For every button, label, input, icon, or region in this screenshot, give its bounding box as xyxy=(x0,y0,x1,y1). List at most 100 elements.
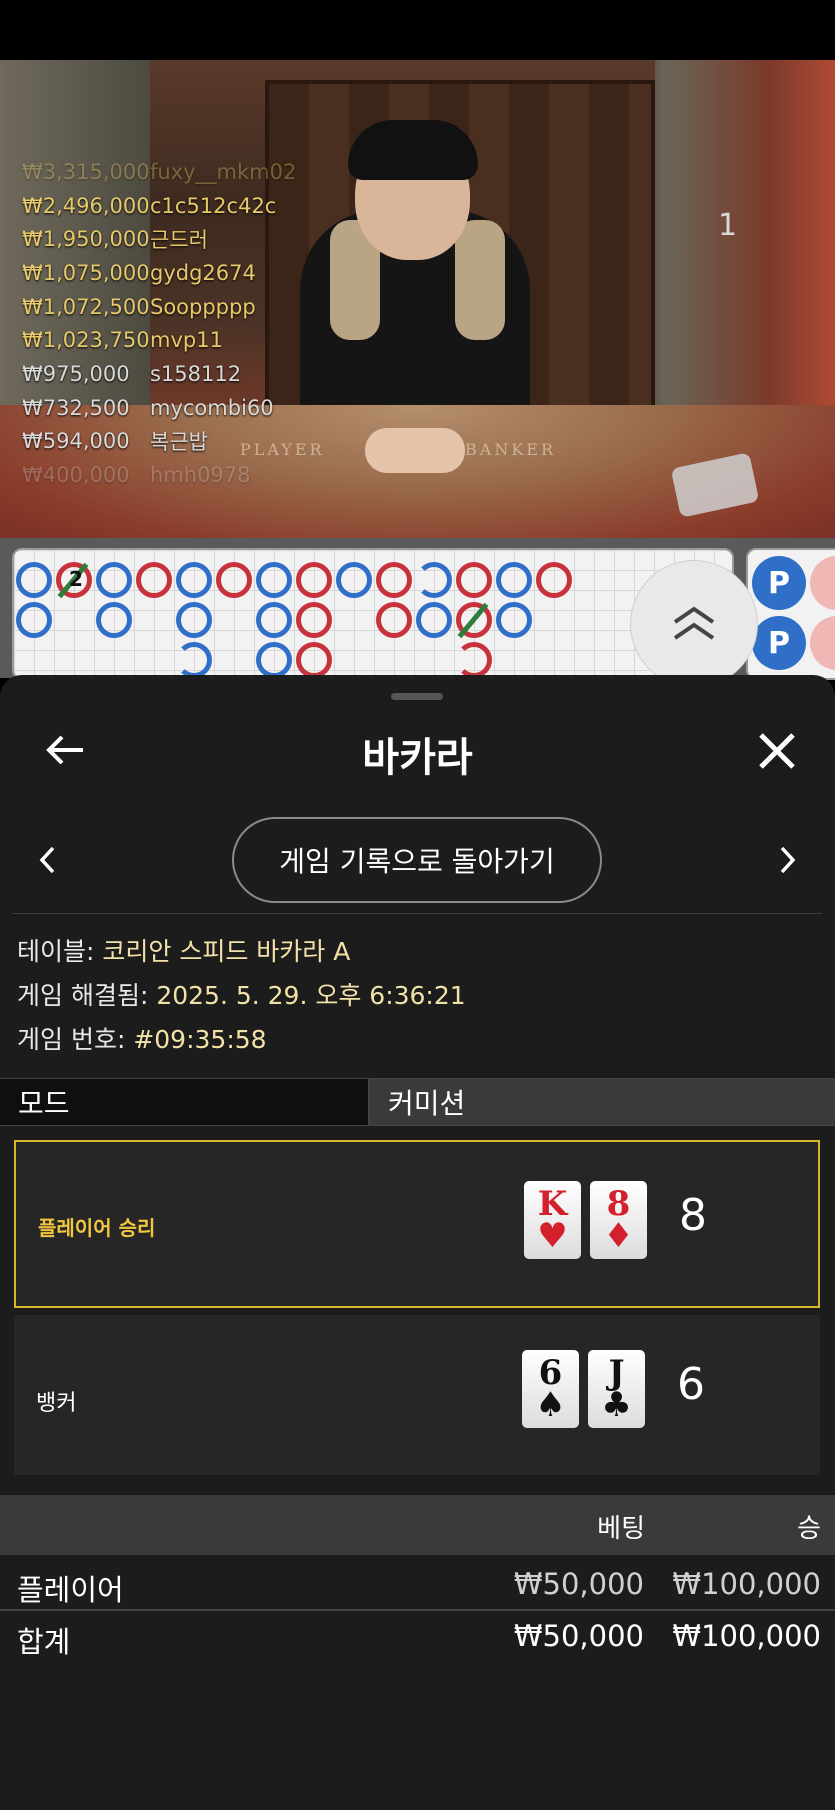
player-ring xyxy=(416,562,452,598)
game-history-sheet: 바카라 게임 기록으로 돌아가기 테이블: 코리안 스피드 바카라 A 게임 해… xyxy=(0,675,835,1810)
winner-name: 복근밥 xyxy=(150,430,208,455)
sheet-header: 바카라 xyxy=(0,711,835,791)
player-result-label: 플레이어 승리 xyxy=(38,1216,156,1240)
banker-bead xyxy=(810,556,835,610)
big-road-grid[interactable]: 2 xyxy=(12,548,734,680)
winner-amount: ₩594,000 xyxy=(22,429,130,454)
table-info-line: 테이블: 코리안 스피드 바카라 A xyxy=(17,930,466,974)
banker-ring xyxy=(456,562,492,598)
close-icon xyxy=(759,733,795,769)
back-to-history-button[interactable]: 게임 기록으로 돌아가기 xyxy=(232,817,602,903)
player-ring xyxy=(16,602,52,638)
player-ring xyxy=(336,562,372,598)
player-ring xyxy=(416,602,452,638)
winner-row: ₩400,000 hmh0978 xyxy=(22,458,296,492)
total-win-amount: ₩100,000 xyxy=(672,1619,821,1653)
bet-column-header: 베팅 xyxy=(597,1514,645,1544)
winner-name: c1c512c42c xyxy=(150,193,277,218)
winner-amount: ₩1,023,750 xyxy=(22,328,150,353)
player-ring xyxy=(96,602,132,638)
resolved-value: 2025. 5. 29. 오후 6:36:21 xyxy=(156,981,466,1010)
winner-name: mycombi60 xyxy=(150,395,274,420)
banker-score: 6 xyxy=(677,1359,705,1410)
player-ring xyxy=(176,602,212,638)
player-ring xyxy=(496,602,532,638)
banker-ring xyxy=(296,642,332,678)
chevron-right-icon xyxy=(780,846,796,874)
previous-game-button[interactable] xyxy=(22,835,72,885)
banker-ring xyxy=(536,562,572,598)
winner-name: hmh0978 xyxy=(150,463,251,488)
player-ring xyxy=(176,642,212,678)
player-ring xyxy=(496,562,532,598)
resolved-info-line: 게임 해결됨: 2025. 5. 29. 오후 6:36:21 xyxy=(17,974,466,1018)
win-column-header: 승 xyxy=(797,1514,821,1544)
playing-card: K ♥ xyxy=(524,1181,581,1259)
playing-card: 6 ♠ xyxy=(522,1350,579,1428)
banker-ring xyxy=(456,642,492,678)
winner-name: mvp11 xyxy=(150,328,223,353)
dealer-hair xyxy=(348,120,478,180)
banker-ring xyxy=(376,562,412,598)
divider xyxy=(12,913,822,914)
banker-ring xyxy=(296,562,332,598)
dealer-vest xyxy=(455,220,505,340)
table-value: 코리안 스피드 바카라 A xyxy=(102,937,351,966)
chevron-left-icon xyxy=(39,846,55,874)
mode-cell: 모드 xyxy=(0,1079,370,1125)
winner-row: ₩594,000 복근밥 xyxy=(22,425,296,459)
winner-name: 근드러 xyxy=(150,228,208,253)
game-number-value: #09:35:58 xyxy=(133,1025,267,1054)
playing-card: 8 ♦ xyxy=(590,1181,647,1259)
sheet-title: 바카라 xyxy=(362,735,473,781)
player-cards: K ♥ 8 ♦ xyxy=(524,1181,647,1259)
banker-cards: 6 ♠ J ♣ xyxy=(522,1350,645,1428)
expand-roadmap-button[interactable] xyxy=(630,560,758,688)
banker-ring xyxy=(216,562,252,598)
winner-amount: ₩1,075,000 xyxy=(22,260,150,285)
winner-amount: ₩2,496,000 xyxy=(22,193,150,218)
total-bet-amount: ₩50,000 xyxy=(513,1619,644,1653)
winner-row: ₩2,496,000 c1c512c42c xyxy=(22,189,296,223)
winner-amount: ₩975,000 xyxy=(22,361,130,386)
winner-row: ₩1,950,000 근드러 xyxy=(22,222,296,256)
live-video-stream: PLAYER BANKER 1 ₩3,315,000 fuxy__mkm02 ₩… xyxy=(0,60,835,538)
status-bar xyxy=(0,0,835,60)
winner-name: Sooppppp xyxy=(150,294,256,319)
winner-row: ₩1,075,000 gydg2674 xyxy=(22,256,296,290)
banker-ring xyxy=(296,602,332,638)
banker-result-label: 뱅커 xyxy=(36,1391,77,1416)
banker-ring xyxy=(376,602,412,638)
playing-card: J ♣ xyxy=(588,1350,645,1428)
player-ring xyxy=(256,602,292,638)
player-ring xyxy=(256,562,292,598)
player-ring xyxy=(256,642,292,678)
next-game-button[interactable] xyxy=(763,835,813,885)
spade-suit-icon: ♠ xyxy=(535,1385,566,1425)
bet-amount: ₩50,000 xyxy=(513,1567,644,1601)
bead-plate[interactable]: P P xyxy=(746,548,835,680)
winner-amount: ₩1,072,500 xyxy=(22,294,150,319)
player-score: 8 xyxy=(679,1190,707,1241)
game-info: 테이블: 코리안 스피드 바카라 A 게임 해결됨: 2025. 5. 29. … xyxy=(17,930,466,1062)
winners-list: ₩3,315,000 fuxy__mkm02 ₩2,496,000 c1c512… xyxy=(22,155,296,492)
winner-row: ₩1,023,750 mvp11 xyxy=(22,323,296,357)
club-suit-icon: ♣ xyxy=(601,1385,632,1425)
commission-cell: 커미션 xyxy=(370,1079,835,1125)
winner-name: s158112 xyxy=(150,361,242,386)
banker-result-card: 뱅커 6 ♠ J ♣ 6 xyxy=(14,1315,820,1475)
heart-suit-icon: ♥ xyxy=(537,1216,568,1256)
resolved-label: 게임 해결됨: xyxy=(17,981,157,1010)
total-label: 합계 xyxy=(17,1625,71,1659)
sheet-grabber[interactable] xyxy=(391,693,443,700)
winner-row: ₩732,500 mycombi60 xyxy=(22,391,296,425)
banker-ring xyxy=(136,562,172,598)
player-bead: P xyxy=(752,616,806,670)
winner-name: gydg2674 xyxy=(150,260,256,285)
history-navigation: 게임 기록으로 돌아가기 xyxy=(0,815,835,905)
winner-amount: ₩732,500 xyxy=(22,395,130,420)
winner-row: ₩3,315,000 fuxy__mkm02 xyxy=(22,155,296,189)
player-ring xyxy=(176,562,212,598)
player-ring xyxy=(96,562,132,598)
close-button[interactable] xyxy=(749,723,805,779)
